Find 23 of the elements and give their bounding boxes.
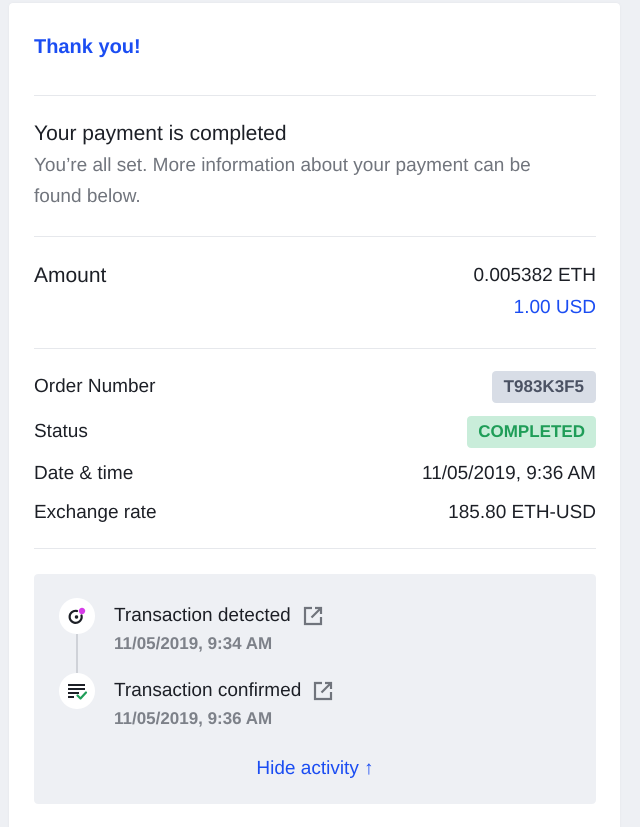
thank-you-title: Thank you!: [34, 35, 142, 60]
detail-label: Date & time: [34, 462, 134, 486]
fiat-amount: 1.00 USD: [514, 296, 596, 320]
order-number-tag: T983K3F5: [492, 371, 596, 403]
detail-label: Status: [34, 420, 88, 444]
detail-value: 185.80 ETH-USD: [448, 501, 596, 525]
detail-label: Exchange rate: [34, 501, 157, 525]
external-link-icon[interactable]: [302, 606, 323, 626]
detail-value: 11/05/2019, 9:36 AM: [422, 462, 596, 486]
event-title: Transaction confirmed: [114, 679, 302, 703]
ring-dot-icon: [59, 598, 95, 634]
external-link-icon[interactable]: [313, 681, 334, 701]
crypto-amount: 0.005382 ETH: [473, 264, 596, 288]
event-title: Transaction detected: [114, 604, 291, 628]
payment-heading: Your payment is completed: [34, 121, 288, 147]
hide-activity-link[interactable]: Hide activity ↑: [256, 756, 374, 782]
detail-label: Order Number: [34, 375, 156, 399]
event-time: 11/05/2019, 9:34 AM: [114, 633, 274, 655]
checklist-icon: [59, 673, 95, 709]
payment-description: You’re all set. More information about your payment can be found below.: [34, 154, 532, 209]
status-badge: COMPLETED: [467, 416, 596, 448]
event-time: 11/05/2019, 9:36 AM: [114, 708, 274, 730]
amount-label: Amount: [34, 263, 106, 289]
